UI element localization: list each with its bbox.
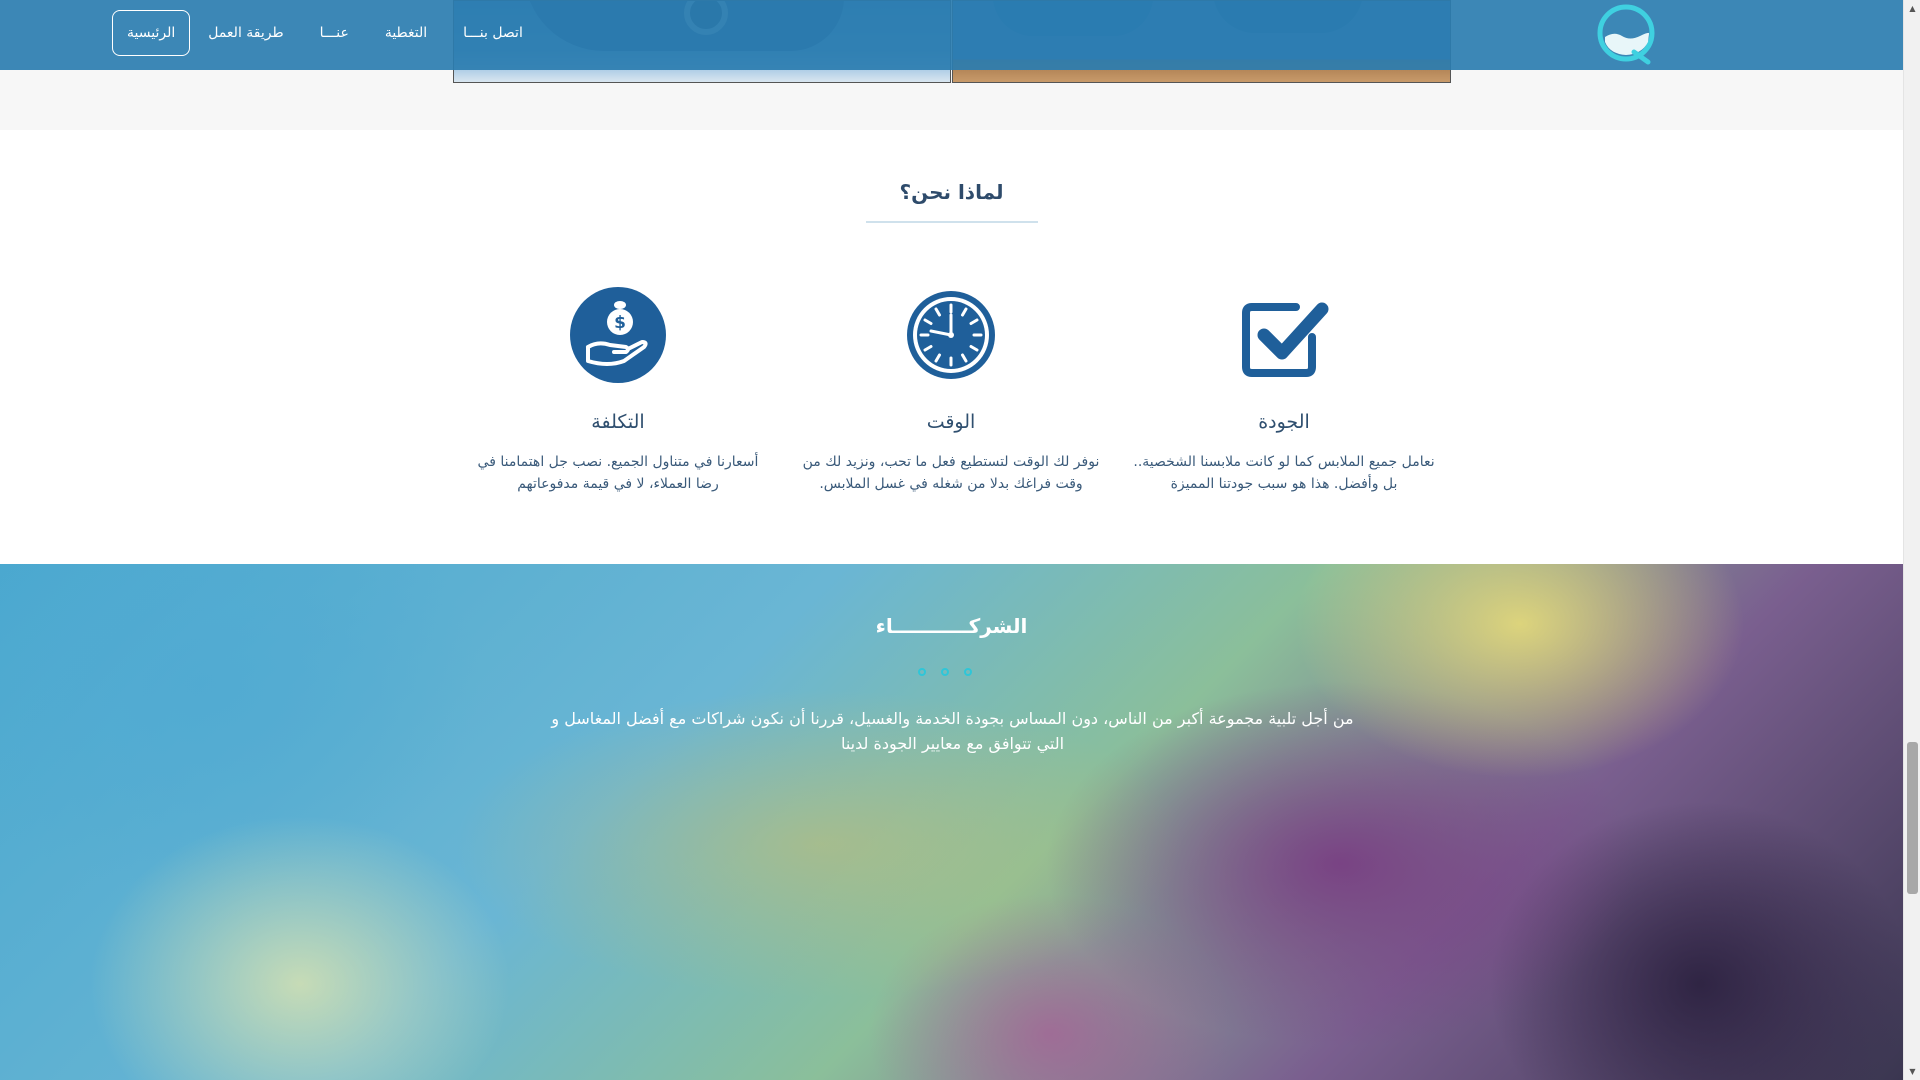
feature-time: الوقت نوفر لك الوقت لتستطيع فعل ما تحب، … xyxy=(796,285,1106,495)
feature-description: نعامل جميع الملابس كما لو كانت ملابسنا ا… xyxy=(1133,454,1435,492)
nav-about[interactable]: عنـــا xyxy=(302,10,367,56)
feature-title: الوقت xyxy=(926,411,976,433)
checkmark-box-icon xyxy=(1242,302,1329,377)
scrollbar-thumb[interactable] xyxy=(1907,742,1918,894)
water-drop-q-logo-icon[interactable] xyxy=(1596,4,1658,66)
partners-section: الشركـــــــــــاء من أجل تلبية مجموعة أ… xyxy=(0,564,1903,1080)
scroll-up-arrow-icon[interactable]: ▲ xyxy=(1904,0,1920,17)
feature-description: أسعارنا في متناول الجميع. نصب جل اهتمامن… xyxy=(477,454,759,492)
section-title: الشركـــــــــــاء xyxy=(875,614,1028,638)
nav-how-it-works[interactable]: طريقة العمل xyxy=(190,10,301,56)
site-header: الرئيسية طريقة العمل عنـــا التغطية اتصل… xyxy=(0,0,1903,70)
why-us-section: لماذا نحن؟ $ التكلفة أسعارنا في متناول ا… xyxy=(0,130,1903,564)
dot xyxy=(964,668,972,676)
main-nav: الرئيسية طريقة العمل عنـــا التغطية اتصل… xyxy=(112,10,541,56)
feature-description: نوفر لك الوقت لتستطيع فعل ما تحب، ونزيد … xyxy=(802,454,1100,492)
nav-coverage[interactable]: التغطية xyxy=(367,10,445,56)
clock-icon xyxy=(907,291,995,379)
title-underline xyxy=(866,221,1038,223)
section-title: لماذا نحن؟ xyxy=(899,180,1004,204)
feature-cost: $ التكلفة أسعارنا في متناول الجميع. نصب … xyxy=(463,285,773,495)
svg-text:$: $ xyxy=(614,313,626,333)
page: الرئيسية طريقة العمل عنـــا التغطية اتصل… xyxy=(0,0,1903,1080)
hand-coin-icon: $ xyxy=(570,287,666,383)
partners-description: من أجل تلبية مجموعة أكبر من الناس، دون ا… xyxy=(551,709,1354,753)
feature-title: التكلفة xyxy=(591,411,645,433)
nav-contact[interactable]: اتصل بنـــا xyxy=(445,10,541,56)
nav-home[interactable]: الرئيسية xyxy=(112,10,191,56)
dot xyxy=(918,668,926,676)
feature-quality: الجودة نعامل جميع الملابس كما لو كانت مل… xyxy=(1129,285,1439,495)
dot xyxy=(941,668,949,676)
title-dots xyxy=(918,668,972,676)
feature-title: الجودة xyxy=(1258,411,1310,433)
vertical-scrollbar[interactable]: ▲ ▼ xyxy=(1903,0,1920,1080)
scroll-down-arrow-icon[interactable]: ▼ xyxy=(1904,1063,1920,1080)
